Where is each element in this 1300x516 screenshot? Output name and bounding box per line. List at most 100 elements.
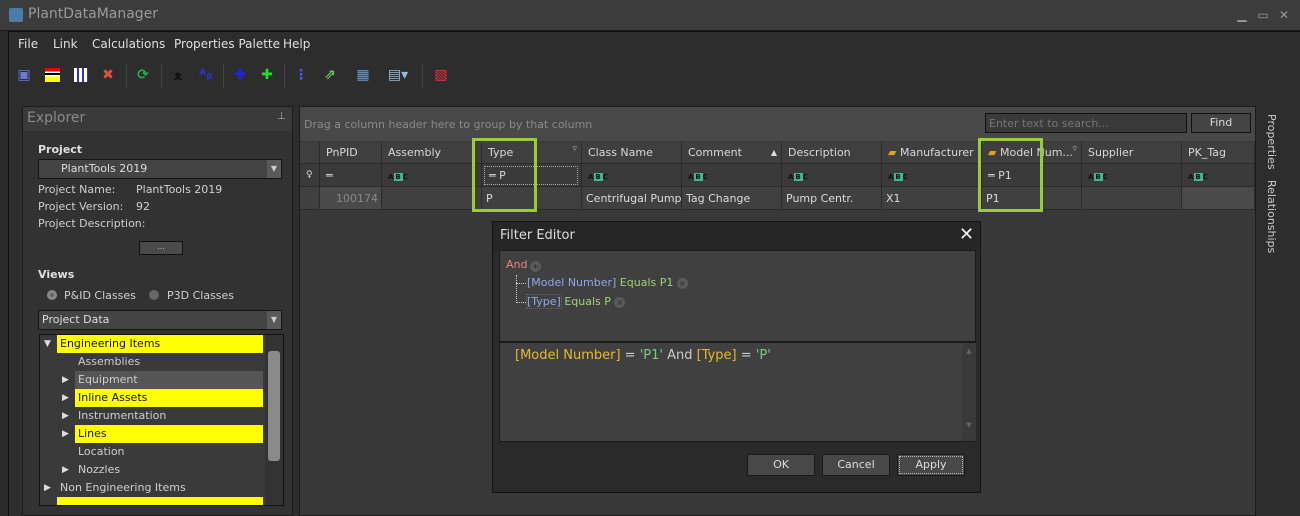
delete-icon[interactable]: ✖ (99, 66, 117, 84)
filter-icon[interactable]: ▿ (572, 142, 577, 160)
cell-manufacturer[interactable]: X1 (882, 187, 982, 210)
filter-cell-pk-tag[interactable]: ABC (1182, 164, 1255, 187)
color-bars-icon[interactable] (43, 66, 61, 84)
collapse-icon[interactable]: ▼ (44, 335, 51, 353)
refresh-icon[interactable]: ⟳ (134, 66, 152, 84)
more-button[interactable]: ... (139, 241, 183, 255)
expand-icon[interactable]: ▶ (62, 425, 69, 443)
expand-icon[interactable]: ▶ (62, 407, 69, 425)
expression-scrollbar[interactable]: ▲ ▼ (962, 343, 976, 441)
condition-operator[interactable]: Equals (564, 295, 600, 308)
close-icon[interactable]: ✕ (1278, 9, 1290, 21)
filter-icon[interactable]: ▿ (1072, 142, 1077, 160)
close-doc-icon[interactable]: ▧ (432, 66, 450, 84)
maximize-icon[interactable]: ▭ (1257, 9, 1269, 21)
menu-file[interactable]: File (18, 37, 38, 51)
search-input[interactable] (985, 113, 1187, 133)
close-icon[interactable]: ✕ (959, 224, 974, 245)
condition-2: [Type] Equals P × (526, 294, 626, 309)
filter-expression-editor[interactable]: [Model Number] = 'P1' And [Type] = 'P' ▲… (499, 342, 976, 442)
filter-cell-comment[interactable]: ABC (682, 164, 782, 187)
filter-cell-description[interactable]: ABC (782, 164, 882, 187)
minimize-icon[interactable]: ▁ (1236, 9, 1248, 21)
filter-cell-assembly[interactable]: ABC (382, 164, 482, 187)
tree-item[interactable]: Non Engineering Items (57, 479, 263, 497)
filter-icon[interactable]: ⋮ (292, 66, 310, 84)
cell-description[interactable]: Pump Centr. (782, 187, 882, 210)
tree-item[interactable]: Location (75, 443, 263, 461)
filter-cell-pnpid[interactable]: ═ (320, 164, 382, 187)
scroll-up-icon[interactable]: ▲ (962, 347, 976, 355)
tree-item[interactable]: Lines (75, 425, 263, 443)
group-operator[interactable]: And (506, 258, 527, 271)
condition-field[interactable]: [Model Number] (527, 276, 616, 289)
scrollbar-thumb[interactable] (268, 351, 280, 461)
condition-value[interactable]: P (604, 295, 611, 308)
cell-assembly[interactable] (382, 187, 482, 210)
condition-operator[interactable]: Equals (620, 276, 656, 289)
filter-cell-class-name[interactable]: ABC (582, 164, 682, 187)
condition-value[interactable]: P1 (660, 276, 674, 289)
pin-icon[interactable]: ⊥ (277, 111, 286, 122)
tree-item[interactable]: Assemblies (75, 353, 263, 371)
tab-relationships[interactable]: Relationships (1265, 180, 1278, 253)
menu-help[interactable]: Help (283, 37, 310, 51)
tree-line (516, 283, 526, 284)
cell-comment[interactable]: Tag Change (682, 187, 782, 210)
apply-button[interactable]: Apply (897, 454, 965, 476)
remove-condition-icon[interactable]: × (614, 296, 626, 308)
tree-item[interactable]: Inline Assets (75, 389, 263, 407)
group-hint: Drag a column header here to group by th… (304, 118, 593, 131)
columns-icon[interactable] (72, 66, 90, 84)
menu-link[interactable]: Link (53, 37, 78, 51)
menu-calculations[interactable]: Calculations (92, 37, 165, 51)
tree-item-partial[interactable] (57, 497, 263, 505)
column-header-manufacturer[interactable]: ▰ Manufacturer (882, 142, 982, 164)
expand-icon[interactable]: ▶ (62, 389, 69, 407)
cancel-button[interactable]: Cancel (822, 454, 890, 476)
tab-properties[interactable]: Properties (1265, 114, 1278, 170)
radio-p3d[interactable] (149, 290, 159, 300)
tree-item[interactable]: Equipment (75, 371, 263, 389)
project-select[interactable]: PlantTools 2019 ▼ (38, 159, 282, 179)
column-header-pnpid[interactable]: PnPID (320, 142, 382, 164)
expand-icon[interactable]: ▶ (62, 461, 69, 479)
expand-icon[interactable]: ▶ (62, 371, 69, 389)
tree-item[interactable]: Engineering Items (57, 335, 263, 353)
add-icon[interactable]: ✚ (231, 66, 249, 84)
export-icon[interactable]: ⇗ (321, 66, 339, 84)
cell-pnpid[interactable]: 100174 (320, 187, 382, 210)
cell-supplier[interactable] (1082, 187, 1182, 210)
column-header-class-name[interactable]: Class Name (582, 142, 682, 164)
add-condition-icon[interactable]: + (530, 259, 541, 272)
column-header-supplier[interactable]: Supplier (1082, 142, 1182, 164)
tree-item[interactable]: Nozzles (75, 461, 263, 479)
filter-cell-supplier[interactable]: ABC (1082, 164, 1182, 187)
import-icon[interactable]: ▦ (354, 66, 372, 84)
menu-properties-palette[interactable]: Properties Palette (174, 37, 280, 51)
views-label: Views (38, 268, 75, 281)
find-replace-icon[interactable]: ᴬᵦ (197, 66, 215, 84)
scroll-down-icon[interactable]: ▼ (962, 421, 976, 429)
column-header-assembly[interactable]: Assembly (382, 142, 482, 164)
find-button[interactable]: Find (1191, 113, 1251, 133)
filter-cell-manufacturer[interactable]: ABC (882, 164, 982, 187)
tree-item[interactable]: Instrumentation (75, 407, 263, 425)
data-select[interactable]: Project Data ▼ (38, 310, 282, 330)
column-header-description[interactable]: Description (782, 142, 882, 164)
grid-view-icon[interactable]: ▤▾ (384, 66, 412, 84)
remove-condition-icon[interactable]: × (676, 277, 688, 289)
row-indicator[interactable] (300, 187, 320, 210)
condition-field[interactable]: [Type] (526, 294, 562, 309)
expand-icon[interactable]: ▶ (44, 479, 51, 497)
radio-pid[interactable] (47, 290, 57, 300)
find-icon[interactable]: ᴥ (169, 66, 187, 84)
cell-class-name[interactable]: Centrifugal Pump (582, 187, 682, 210)
column-header-comment[interactable]: Comment ▲ (682, 142, 782, 164)
add-link-icon[interactable]: ✚ (258, 66, 276, 84)
tree-scrollbar[interactable] (265, 335, 283, 505)
cell-pk-tag[interactable] (1182, 187, 1255, 210)
column-header-pk-tag[interactable]: PK_Tag (1182, 142, 1255, 164)
ok-button[interactable]: OK (747, 454, 815, 476)
save-icon[interactable]: ▣ (15, 66, 33, 84)
